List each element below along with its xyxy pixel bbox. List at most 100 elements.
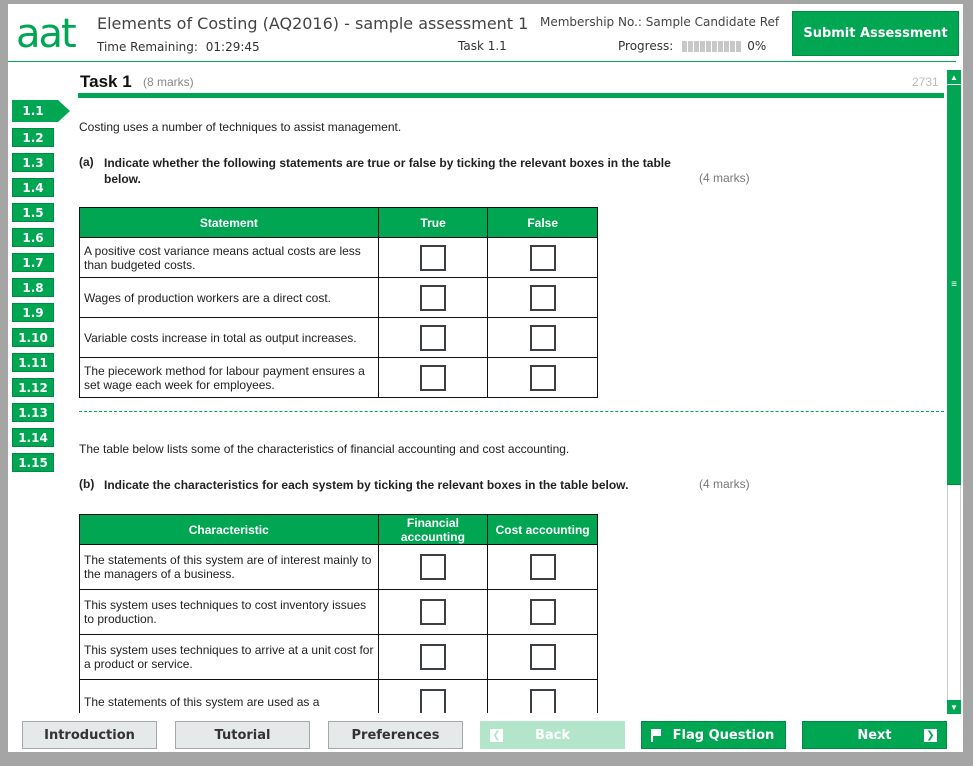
scrollbar-thumb[interactable]: ≡	[947, 85, 961, 485]
part-b-marks: (4 marks)	[699, 477, 750, 491]
tick-box[interactable]	[529, 644, 556, 670]
column-header-financial-accounting: Financial accounting	[377, 514, 489, 545]
part-a-label: (a)	[79, 155, 94, 169]
progress-segment	[724, 40, 730, 52]
nav-item-1-9[interactable]: 1.9	[12, 303, 54, 322]
nav-item-1-5[interactable]: 1.5	[12, 203, 54, 222]
tick-box[interactable]	[419, 554, 446, 580]
tick-box[interactable]	[529, 324, 556, 351]
part-a-text: Indicate whether the following statement…	[104, 156, 671, 186]
time-remaining: Time Remaining: 01:29:45	[97, 40, 260, 54]
progress-segment	[682, 40, 688, 52]
nav-item-1-1[interactable]: 1.1	[12, 100, 70, 122]
tick-box[interactable]	[420, 324, 447, 351]
tick-box[interactable]	[529, 554, 556, 580]
tick-box[interactable]	[529, 284, 556, 311]
nav-item-1-13[interactable]: 1.13	[12, 403, 54, 422]
grip-icon: ≡	[951, 279, 957, 290]
tick-box[interactable]	[529, 364, 556, 391]
column-header-characteristic: Characteristic	[79, 514, 379, 545]
progress-bar	[682, 40, 742, 52]
scroll-up-arrow-icon[interactable]: ▲	[947, 70, 961, 84]
progress-label: Progress:	[618, 39, 674, 53]
checkbox-cell	[487, 237, 598, 278]
introduction-button[interactable]: Introduction	[22, 721, 157, 749]
checkbox-cell	[377, 237, 489, 278]
tick-box[interactable]	[529, 689, 556, 713]
tick-box[interactable]	[419, 644, 446, 670]
time-remaining-label: Time Remaining:	[97, 40, 198, 54]
assessment-window: aat Elements of Costing (AQ2016) - sampl…	[8, 4, 963, 752]
task-title: Task 1	[80, 72, 132, 91]
progress-segment	[736, 40, 742, 52]
tick-box[interactable]	[420, 364, 447, 391]
true-false-table: Statement True False A positive cost var…	[79, 207, 598, 398]
tick-box[interactable]	[529, 244, 556, 271]
nav-item-1-8[interactable]: 1.8	[12, 278, 54, 297]
tick-box[interactable]	[419, 599, 446, 625]
checkbox-cell	[487, 357, 598, 398]
nav-item-1-15[interactable]: 1.15	[12, 453, 54, 472]
next-button-label: Next	[857, 727, 892, 743]
checkbox-cell	[377, 544, 489, 590]
checkbox-cell	[377, 589, 489, 635]
column-header-false: False	[487, 207, 598, 238]
table-row: Variable costs increase in total as outp…	[79, 317, 598, 358]
nav-item-1-11[interactable]: 1.11	[12, 353, 54, 372]
back-button-label: Back	[534, 727, 571, 743]
nav-item-1-3[interactable]: 1.3	[12, 153, 54, 172]
nav-item-1-12[interactable]: 1.12	[12, 378, 54, 397]
tick-box[interactable]	[529, 599, 556, 625]
tutorial-button[interactable]: Tutorial	[175, 721, 310, 749]
submit-assessment-button[interactable]: Submit Assessment	[792, 11, 959, 56]
nav-item-1-6[interactable]: 1.6	[12, 228, 54, 247]
row-text: This system uses techniques to arrive at…	[79, 634, 379, 680]
flag-icon	[650, 728, 663, 742]
table-row: The statements of this system are used a…	[79, 679, 598, 713]
row-text: This system uses techniques to cost inve…	[79, 589, 379, 635]
column-header-cost-accounting: Cost accounting	[487, 514, 598, 545]
table-row: The statements of this system are of int…	[79, 544, 598, 590]
column-header-true: True	[377, 207, 489, 238]
checkbox-cell	[487, 589, 598, 635]
table-row: This system uses techniques to cost inve…	[79, 589, 598, 635]
checkbox-cell	[377, 317, 489, 358]
nav-item-1-14[interactable]: 1.14	[12, 428, 54, 447]
preferences-button[interactable]: Preferences	[328, 721, 463, 749]
flag-question-label: Flag Question	[672, 727, 775, 743]
nav-item-1-4[interactable]: 1.4	[12, 178, 54, 197]
tick-box[interactable]	[420, 284, 447, 311]
progress-segment	[730, 40, 736, 52]
part-b-label: (b)	[79, 477, 95, 491]
task-marks: (8 marks)	[143, 75, 194, 89]
scroll-down-arrow-icon[interactable]: ▼	[947, 700, 961, 714]
table-row: A positive cost variance means actual co…	[79, 237, 598, 278]
nav-item-1-2[interactable]: 1.2	[12, 128, 54, 147]
checkbox-cell	[487, 679, 598, 713]
content-scrollbar[interactable]: ▲ ≡ ▼	[947, 70, 961, 714]
row-text: The statements of this system are used a…	[79, 679, 379, 713]
nav-item-1-7[interactable]: 1.7	[12, 253, 54, 272]
flag-question-button[interactable]: Flag Question	[641, 721, 786, 749]
table-row: The piecework method for labour payment …	[79, 357, 598, 398]
checkbox-cell	[487, 277, 598, 318]
current-task: Task 1.1	[458, 39, 507, 53]
progress-segment	[712, 40, 718, 52]
table-row: Wages of production workers are a direct…	[79, 277, 598, 318]
progress-segment	[694, 40, 700, 52]
progress-value: 0%	[747, 39, 767, 53]
chevron-right-icon: ❯	[924, 728, 937, 742]
row-text: Variable costs increase in total as outp…	[79, 317, 379, 358]
row-text: The statements of this system are of int…	[79, 544, 379, 590]
question-content: Costing uses a number of techniques to a…	[79, 101, 944, 713]
aat-logo: aat	[16, 11, 77, 57]
tick-box[interactable]	[419, 689, 446, 713]
task-title-underline	[78, 93, 944, 98]
time-remaining-value: 01:29:45	[205, 40, 260, 54]
next-button[interactable]: Next ❯	[802, 721, 947, 749]
checkbox-cell	[377, 634, 489, 680]
checkbox-cell	[377, 357, 489, 398]
tick-box[interactable]	[420, 244, 447, 271]
nav-item-1-10[interactable]: 1.10	[12, 328, 54, 347]
chevron-left-icon: ❮	[490, 728, 503, 742]
